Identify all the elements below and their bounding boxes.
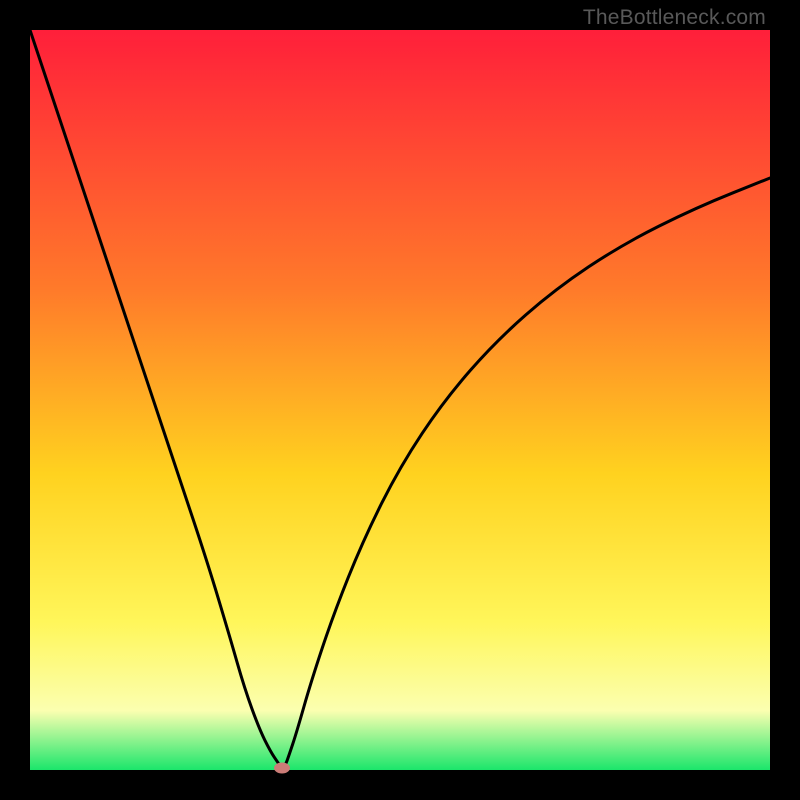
watermark-text: TheBottleneck.com [583,6,766,30]
bottleneck-curve [30,30,770,770]
optimum-marker [274,762,290,773]
plot-area [30,30,770,770]
